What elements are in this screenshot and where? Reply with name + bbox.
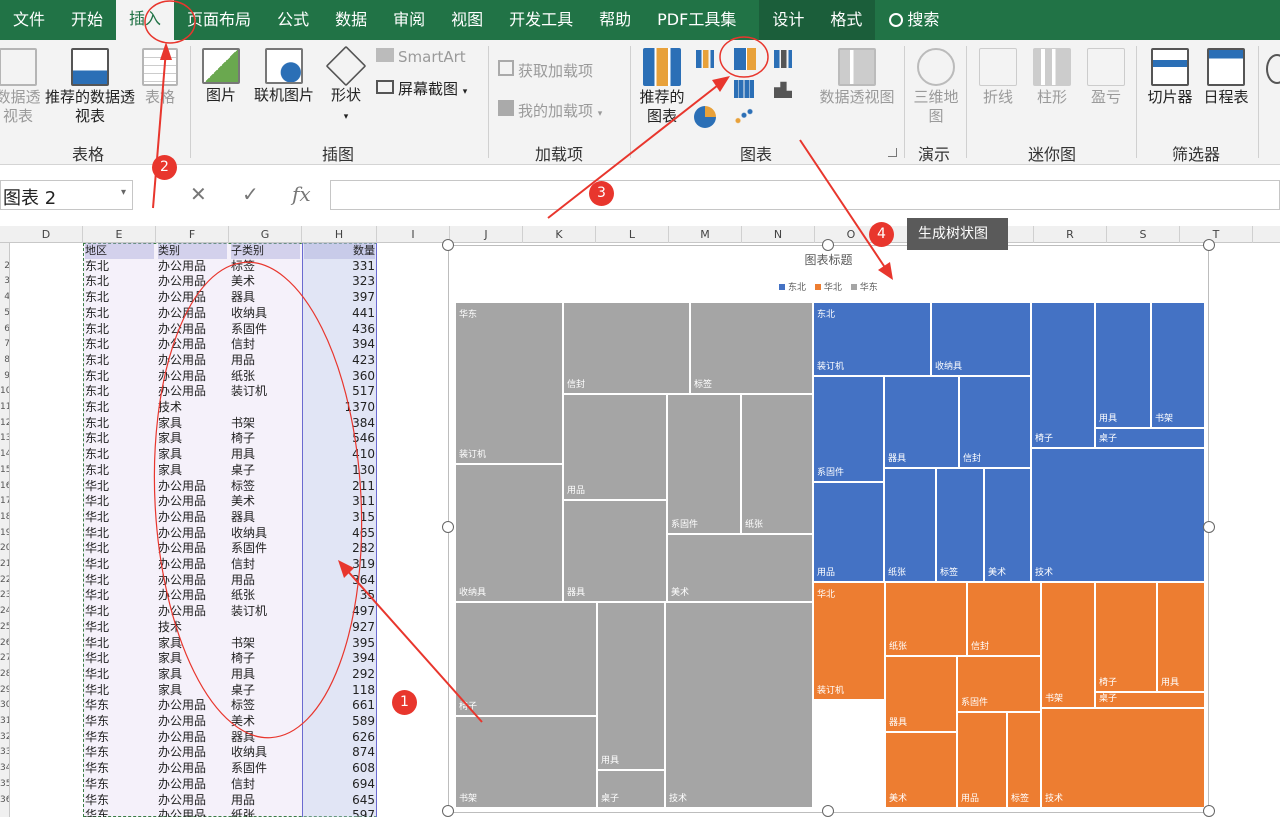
arrow-to-treemap-icon bbox=[547, 81, 723, 219]
treemap-tooltip: 生成树状图 bbox=[907, 218, 1008, 250]
arrowhead bbox=[160, 42, 172, 60]
annotation-overlay bbox=[144, 0, 893, 739]
annotation-circle-data bbox=[153, 261, 363, 739]
step-marker-1: 1 bbox=[392, 690, 417, 715]
arrowhead bbox=[878, 262, 893, 280]
arrow-to-chart bbox=[799, 139, 889, 273]
step-marker-4: 4 bbox=[869, 222, 894, 247]
annotation-circle-treemap-icon bbox=[719, 36, 769, 78]
annotation-circle-insert-tab bbox=[144, 0, 196, 44]
step-marker-2: 2 bbox=[152, 155, 177, 180]
arrowhead bbox=[712, 76, 730, 92]
step-marker-3: 3 bbox=[589, 181, 614, 206]
arrow-to-insert-tab bbox=[152, 49, 167, 209]
